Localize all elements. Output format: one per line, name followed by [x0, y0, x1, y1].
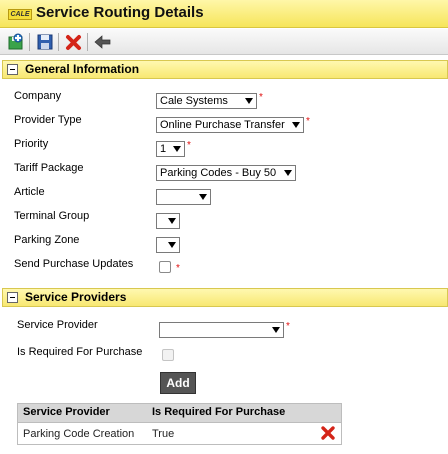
cell-provider: Parking Code Creation [23, 428, 135, 440]
panel-title: Service Providers [25, 290, 127, 304]
send-purchase-updates-label: Send Purchase Updates [14, 258, 134, 270]
priority-select[interactable]: 1 [156, 141, 185, 157]
add-record-icon[interactable] [6, 32, 26, 52]
page-title: Service Routing Details [36, 4, 204, 21]
panel-title: General Information [25, 62, 140, 76]
parking-zone-select[interactable] [156, 237, 180, 253]
chevron-down-icon [199, 194, 207, 200]
is-required-checkbox[interactable] [162, 349, 174, 361]
collapse-toggle-icon[interactable] [7, 64, 18, 75]
toolbar-separator [29, 33, 30, 51]
collapse-toggle-icon[interactable] [7, 292, 18, 303]
back-arrow-icon[interactable] [93, 32, 113, 52]
service-provider-select[interactable] [159, 322, 284, 338]
is-required-label: Is Required For Purchase [17, 346, 143, 358]
provider-type-value: Online Purchase Transfer [160, 119, 285, 131]
provider-type-select[interactable]: Online Purchase Transfer [156, 117, 304, 133]
save-icon[interactable] [35, 32, 55, 52]
chevron-down-icon [284, 170, 292, 176]
tariff-package-label: Tariff Package [14, 162, 84, 174]
table-header: Service Provider Is Required For Purchas… [18, 404, 341, 423]
title-bar: CALE Service Routing Details [0, 0, 448, 28]
toolbar-separator [87, 33, 88, 51]
tariff-package-select[interactable]: Parking Codes - Buy 50 [156, 165, 296, 181]
required-marker: * [176, 263, 180, 274]
chevron-down-icon [168, 218, 176, 224]
company-label: Company [14, 90, 62, 102]
terminal-group-label: Terminal Group [14, 210, 90, 222]
article-label: Article [14, 186, 45, 198]
provider-type-label: Provider Type [14, 114, 82, 126]
required-marker: * [306, 116, 310, 127]
add-button[interactable]: Add [160, 372, 196, 394]
required-marker: * [286, 321, 290, 332]
cale-logo: CALE [8, 9, 32, 20]
service-providers-table: Service Provider Is Required For Purchas… [17, 403, 342, 445]
chevron-down-icon [168, 242, 176, 248]
company-value: Cale Systems [160, 95, 228, 107]
chevron-down-icon [245, 98, 253, 104]
column-header-is-required[interactable]: Is Required For Purchase [152, 406, 285, 418]
general-information-header[interactable]: General Information [2, 60, 448, 79]
send-purchase-updates-checkbox[interactable] [159, 261, 171, 273]
article-select[interactable] [156, 189, 211, 205]
column-header-service-provider[interactable]: Service Provider [23, 406, 110, 418]
toolbar [0, 29, 448, 55]
company-select[interactable]: Cale Systems [156, 93, 257, 109]
delete-icon[interactable] [64, 32, 84, 52]
required-marker: * [187, 140, 191, 151]
priority-label: Priority [14, 138, 49, 150]
toolbar-separator [58, 33, 59, 51]
service-provider-label: Service Provider [17, 319, 98, 331]
cell-required: True [152, 428, 175, 440]
chevron-down-icon [292, 122, 300, 128]
chevron-down-icon [272, 327, 280, 333]
required-marker: * [259, 92, 263, 103]
priority-value: 1 [160, 143, 167, 155]
service-providers-header[interactable]: Service Providers [2, 288, 448, 307]
terminal-group-select[interactable] [156, 213, 180, 229]
chevron-down-icon [173, 146, 181, 152]
parking-zone-label: Parking Zone [14, 234, 80, 246]
tariff-package-value: Parking Codes - Buy 50 [160, 167, 277, 179]
delete-row-icon[interactable] [320, 425, 336, 441]
